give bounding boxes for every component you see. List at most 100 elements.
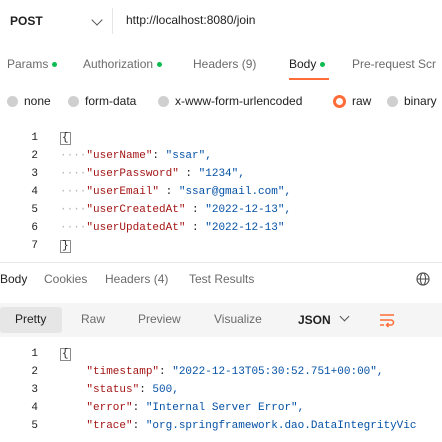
wrap-lines-icon[interactable] — [378, 311, 396, 329]
line-number: 5 — [31, 204, 38, 216]
body-type-options: none form-data x-www-form-urlencoded raw… — [0, 92, 442, 110]
json-key: "timestamp" — [86, 366, 160, 378]
radio-circle — [387, 95, 398, 107]
radio-raw[interactable]: raw — [333, 92, 371, 110]
tab-headers[interactable]: Headers (9) — [193, 54, 256, 74]
radio-circle — [68, 95, 79, 107]
status-dot — [52, 61, 58, 67]
response-tab-body[interactable]: Body — [0, 272, 27, 286]
radio-form-data[interactable]: form-data — [68, 92, 136, 110]
json-value: "ssar@gmail.com", — [178, 186, 292, 198]
code-text: ····"userName": "ssar", — [60, 150, 212, 162]
radio-x-www-form-urlencoded[interactable]: x-www-form-urlencoded — [158, 92, 302, 110]
json-value: "org.springframework.dao.DataIntegrityVi… — [145, 420, 417, 432]
response-tab-headers[interactable]: Headers (4) — [105, 272, 168, 286]
json-key: "status" — [86, 384, 140, 396]
radio-label: raw — [352, 94, 372, 108]
chevron-down-icon — [91, 14, 103, 26]
globe-icon[interactable] — [416, 272, 430, 286]
code-line: 2 ····"userName": "ssar", — [0, 148, 442, 166]
request-bar: POST http://localhost:8080/join — [0, 0, 442, 42]
line-number: 5 — [31, 420, 38, 432]
request-body-editor[interactable]: 1 { 2 ····"userName": "ssar", 3 ····"use… — [0, 130, 442, 258]
json-value: 500, — [152, 384, 179, 396]
code-text: ····"userUpdatedAt" : "2022-12-13" — [60, 222, 285, 234]
line-number: 4 — [31, 186, 38, 198]
json-separator: : — [178, 168, 199, 180]
code-text: ····"userEmail" : "ssar@gmail.com", — [60, 186, 292, 198]
status-dot — [157, 61, 163, 67]
method-select[interactable]: POST — [0, 8, 113, 34]
json-value: "2022-12-13T05:30:52.751+00:00", — [172, 366, 384, 378]
radio-circle — [158, 95, 169, 107]
code-line: 5 ····"userCreatedAt" : "2022-12-13", — [0, 202, 442, 220]
code-line: 1 { — [0, 346, 442, 364]
json-separator: : — [185, 204, 206, 216]
code-line: 4 "error": "Internal Server Error", — [0, 400, 442, 418]
pretty-button[interactable]: Pretty — [0, 307, 62, 333]
line-number: 3 — [31, 384, 38, 396]
code-text: ····"userPassword" : "1234", — [60, 168, 245, 180]
raw-button[interactable]: Raw — [81, 312, 105, 326]
tab-label: Body — [289, 57, 317, 71]
line-number: 2 — [31, 366, 38, 378]
radio-circle-selected — [333, 94, 346, 108]
code-text: } — [60, 240, 71, 253]
line-number: 6 — [31, 222, 38, 234]
language-select[interactable]: JSON — [298, 313, 331, 327]
json-key: "userEmail" — [86, 186, 160, 198]
json-key: "userPassword" — [86, 168, 179, 180]
json-separator: : — [132, 420, 146, 432]
tab-label: Pre-request Scr — [352, 57, 437, 71]
tab-authorization[interactable]: Authorization — [83, 54, 163, 74]
json-separator: : — [132, 402, 146, 414]
close-brace: } — [60, 240, 71, 253]
radio-label: form-data — [85, 94, 137, 108]
line-number: 2 — [31, 150, 38, 162]
json-key: "userName" — [86, 150, 153, 162]
pretty-label: Pretty — [15, 312, 47, 326]
json-value: "Internal Server Error", — [145, 402, 305, 414]
json-key: "trace" — [86, 420, 133, 432]
response-format-bar: Pretty Raw Preview Visualize JSON — [0, 303, 442, 337]
json-separator: : — [159, 366, 173, 378]
line-number: 3 — [31, 168, 38, 180]
tab-label: Headers (9) — [193, 57, 257, 71]
visualize-button[interactable]: Visualize — [214, 312, 262, 326]
tab-params[interactable]: Params — [7, 54, 58, 74]
code-text: { — [60, 348, 71, 361]
response-tab-cookies[interactable]: Cookies — [44, 272, 87, 286]
code-text: "error": "Internal Server Error", — [60, 402, 304, 414]
method-label: POST — [10, 14, 43, 28]
json-separator: : — [139, 384, 153, 396]
url-input[interactable]: http://localhost:8080/join — [126, 13, 255, 27]
json-key: "userUpdatedAt" — [86, 222, 186, 234]
json-value: "2022-12-13" — [205, 222, 285, 234]
code-line: 2 "timestamp": "2022-12-13T05:30:52.751+… — [0, 364, 442, 382]
response-divider — [0, 262, 442, 263]
active-tab-indicator — [289, 78, 329, 80]
code-text: { — [60, 132, 71, 145]
radio-none[interactable]: none — [7, 92, 51, 110]
chevron-down-icon[interactable] — [339, 311, 350, 322]
open-brace: { — [60, 132, 71, 145]
radio-label: binary — [404, 94, 437, 108]
preview-button[interactable]: Preview — [138, 312, 181, 326]
tab-body[interactable]: Body — [289, 54, 326, 74]
json-value: "1234", — [198, 168, 245, 180]
line-number: 4 — [31, 402, 38, 414]
code-line: 6 ····"userUpdatedAt" : "2022-12-13" — [0, 220, 442, 238]
radio-label: x-www-form-urlencoded — [175, 94, 303, 108]
request-tabs: Params Authorization Headers (9) Body Pr… — [0, 54, 442, 82]
response-body-viewer[interactable]: 1 { 2 "timestamp": "2022-12-13T05:30:52.… — [0, 346, 442, 442]
tab-pre-request-script[interactable]: Pre-request Scr — [352, 54, 436, 74]
json-separator: : — [152, 150, 166, 162]
code-text: ····"userCreatedAt" : "2022-12-13", — [60, 204, 292, 216]
json-value: "ssar", — [165, 150, 212, 162]
code-line: 4 ····"userEmail" : "ssar@gmail.com", — [0, 184, 442, 202]
response-tab-test-results[interactable]: Test Results — [189, 272, 254, 286]
open-brace: { — [60, 348, 71, 361]
radio-binary[interactable]: binary — [387, 92, 437, 110]
status-dot — [320, 61, 326, 67]
json-value: "2022-12-13", — [205, 204, 292, 216]
